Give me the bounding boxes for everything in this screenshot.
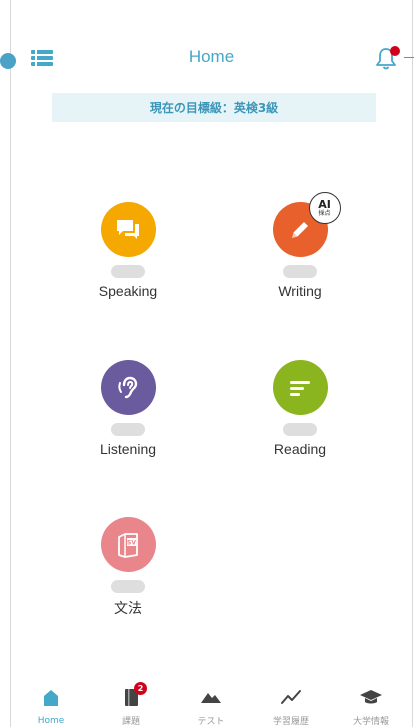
line-chart-icon xyxy=(281,690,301,704)
reading-icon-circle xyxy=(272,360,328,415)
tab-label: テスト xyxy=(197,717,225,727)
writing-level-pill xyxy=(283,265,317,278)
tab-history[interactable]: 学習履歴 xyxy=(251,680,331,727)
tab-assignments[interactable]: 2 課題 xyxy=(91,680,171,727)
notification-dot xyxy=(390,46,400,56)
listening-icon-circle xyxy=(100,360,156,415)
listening-level-pill xyxy=(111,423,145,436)
skill-label: 文法 xyxy=(114,600,142,616)
home-icon xyxy=(44,690,58,706)
bottom-tab-bar: Home 2 課題 テスト 学習履歴 大学情報 xyxy=(11,680,412,727)
goal-level-banner: 現在の目標級：英検3級 xyxy=(52,93,376,122)
tab-university[interactable]: 大学情報 xyxy=(331,680,411,727)
speaking-level-pill xyxy=(111,265,145,278)
tab-label: 課題 xyxy=(121,717,140,727)
skill-label: Speaking xyxy=(98,283,158,299)
page-title: Home xyxy=(188,47,235,66)
chat-bubbles-icon xyxy=(117,219,139,239)
skill-grammar[interactable]: SV 文法 xyxy=(58,517,198,618)
tab-label: Home xyxy=(37,716,65,726)
notification-button[interactable] xyxy=(375,46,401,70)
skill-reading[interactable]: Reading xyxy=(230,360,370,457)
skill-speaking[interactable]: Speaking xyxy=(58,202,198,299)
speaking-icon-circle xyxy=(100,202,156,257)
skill-label: Writing xyxy=(278,283,322,299)
assignment-count-badge: 2 xyxy=(134,682,147,695)
skill-label: Reading xyxy=(273,441,327,457)
grammar-level-pill xyxy=(111,580,145,593)
ear-icon xyxy=(118,376,138,398)
reading-level-pill xyxy=(283,423,317,436)
tab-label: 学習履歴 xyxy=(272,717,309,727)
skill-listening[interactable]: Listening xyxy=(58,360,198,457)
sv-text: SV xyxy=(127,539,136,546)
mountain-icon xyxy=(201,693,221,703)
frame-border-left xyxy=(10,0,11,727)
sv-book-icon: SV xyxy=(118,532,138,558)
text-lines-icon xyxy=(290,380,310,396)
ai-scoring-badge: AI 採点 xyxy=(308,192,341,224)
frame-border-right xyxy=(412,0,413,727)
pencil-icon xyxy=(292,221,308,238)
writing-icon-circle: AI 採点 xyxy=(272,192,341,257)
tab-label: 大学情報 xyxy=(352,717,389,727)
app-header: Home xyxy=(11,38,412,78)
skill-writing[interactable]: AI 採点 Writing xyxy=(230,192,370,299)
grammar-icon-circle: SV xyxy=(100,517,156,572)
graduation-cap-icon xyxy=(360,690,382,704)
skill-label: Listening xyxy=(99,441,157,457)
tab-test[interactable]: テスト xyxy=(171,680,251,727)
tab-home[interactable]: Home xyxy=(11,680,91,727)
